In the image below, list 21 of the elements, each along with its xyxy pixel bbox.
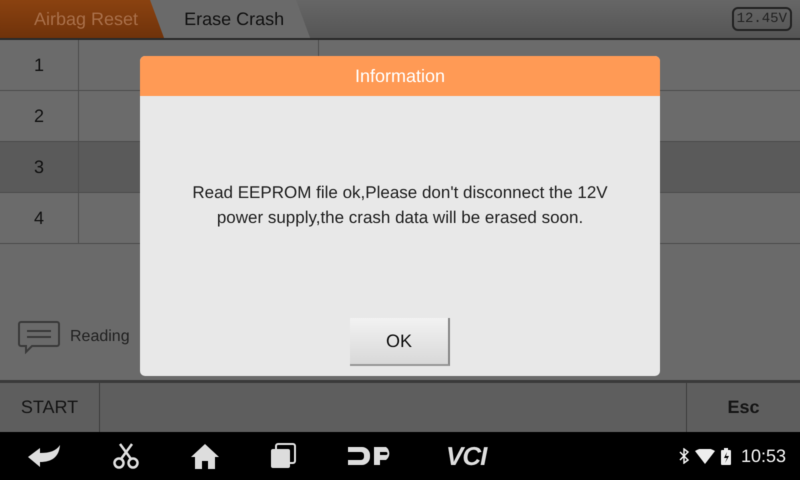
breadcrumb-tab[interactable]: Erase Crash	[150, 0, 310, 38]
dialog-title: Information	[140, 56, 660, 96]
voltage-indicator: 12.45V	[732, 7, 792, 31]
back-icon[interactable]	[26, 443, 62, 469]
bluetooth-icon	[678, 448, 689, 464]
breadcrumb-tab[interactable]: Airbag Reset	[0, 0, 164, 38]
message-icon	[18, 320, 60, 354]
row-number: 2	[0, 91, 79, 141]
vci-button[interactable]: VCI	[446, 440, 486, 472]
home-icon[interactable]	[190, 442, 220, 470]
row-number: 4	[0, 193, 79, 243]
recent-apps-icon[interactable]	[270, 443, 296, 469]
dialog-message: Read EEPROM file ok,Please don't disconnect the 12V power supply,the crash data will be erased soon.	[191, 182, 609, 229]
battery-icon	[720, 448, 731, 464]
row-number: 1	[0, 40, 79, 90]
wifi-icon	[694, 448, 715, 464]
scissors-icon[interactable]	[112, 442, 140, 470]
clock: 10:53	[740, 446, 786, 466]
row-number: 3	[0, 142, 79, 192]
status-message: Reading	[70, 328, 130, 346]
ok-button[interactable]: OK	[350, 318, 450, 366]
